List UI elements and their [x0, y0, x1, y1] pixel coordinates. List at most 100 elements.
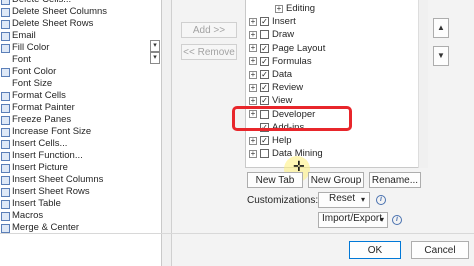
tab-label: Draw [272, 29, 295, 41]
command-item[interactable]: Format Cells [0, 90, 161, 102]
expand-icon[interactable]: + [249, 30, 257, 39]
command-item[interactable]: Macros [0, 210, 161, 222]
tab-item[interactable]: + ✓ Review [246, 81, 418, 94]
command-label: Freeze Panes [12, 114, 72, 125]
tab-item[interactable]: + ✓ Data [246, 68, 418, 81]
tab-label: View [272, 95, 293, 107]
command-label: Insert Sheet Rows [12, 186, 90, 197]
tab-item[interactable]: + Data Mining [246, 147, 418, 160]
command-item[interactable]: Email [0, 30, 161, 42]
expand-icon[interactable]: + [249, 44, 257, 53]
command-label: Insert Picture [12, 162, 68, 173]
command-item[interactable]: Fill Color [0, 42, 161, 54]
expand-icon[interactable]: + [249, 149, 257, 158]
insert-function-icon [1, 151, 10, 161]
rename-button[interactable]: Rename... [369, 172, 421, 188]
command-item[interactable]: Freeze Panes [0, 114, 161, 126]
checkbox-unchecked[interactable] [260, 149, 269, 159]
import-export-label: Import/Export [322, 213, 383, 224]
checkbox-checked[interactable]: ✓ [260, 56, 269, 66]
command-label: Insert Sheet Columns [12, 174, 104, 185]
tab-item[interactable]: + ✓ Help [246, 134, 418, 147]
merge-center-icon [1, 223, 10, 233]
checkbox-checked[interactable]: ✓ [260, 96, 269, 106]
command-item[interactable]: Font [0, 54, 161, 66]
format-cells-icon [1, 91, 10, 101]
expand-icon[interactable]: + [249, 136, 257, 145]
command-item[interactable]: Insert Cells... [0, 138, 161, 150]
tab-item[interactable]: + ✓ Formulas [246, 55, 418, 68]
import-export-dropdown-icon: ▾ [379, 215, 384, 224]
command-item[interactable]: Format Painter [0, 102, 161, 114]
format-painter-icon [1, 103, 10, 113]
checkbox-checked[interactable]: ✓ [260, 17, 269, 27]
tab-item[interactable]: + Draw [246, 28, 418, 41]
add-button[interactable]: Add >> [181, 22, 237, 38]
command-item[interactable]: Delete Sheet Columns [0, 6, 161, 18]
tab-item[interactable]: + Editing [246, 2, 418, 15]
new-tab-button[interactable]: New Tab [247, 172, 303, 188]
expand-icon[interactable]: + [249, 96, 257, 105]
delete-rows-icon [1, 19, 10, 29]
command-item[interactable]: Insert Sheet Rows [0, 186, 161, 198]
command-item[interactable]: Increase Font Size [0, 126, 161, 138]
tab-label: Data [272, 69, 293, 80]
checkbox-checked[interactable]: ✓ [260, 136, 269, 145]
command-label: Increase Font Size [12, 126, 92, 137]
expand-icon[interactable]: + [249, 70, 257, 79]
command-item[interactable]: Insert Picture [0, 162, 161, 174]
command-label: Font Color [12, 66, 57, 77]
move-cursor-icon: ✛ [293, 158, 305, 174]
font-color-icon [1, 67, 10, 77]
command-label: Email [12, 30, 36, 41]
commands-scrollbar[interactable] [162, 0, 172, 266]
command-item[interactable]: Insert Table [0, 198, 161, 210]
command-item[interactable]: Insert Sheet Columns [0, 174, 161, 186]
tab-label: Editing [286, 3, 316, 14]
tab-label: Page Layout [272, 42, 326, 54]
checkbox-checked[interactable]: ✓ [260, 83, 269, 93]
tab-label: Help [272, 135, 292, 146]
expand-icon[interactable]: + [249, 17, 257, 26]
move-down-button[interactable]: ▼ [433, 46, 449, 66]
checkbox-unchecked[interactable] [260, 30, 269, 40]
tab-label: Insert [272, 16, 296, 28]
expand-icon[interactable]: + [249, 83, 257, 92]
command-label: Format Painter [12, 102, 75, 113]
ribbon-tabs-tree[interactable]: + Editing + ✓ Insert + Draw + ✓ Page Layout + ✓ Form… [245, 0, 428, 168]
expand-icon[interactable]: + [249, 57, 257, 66]
command-label: Insert Table [12, 198, 61, 209]
tab-item[interactable]: + ✓ Page Layout [246, 42, 418, 55]
move-up-button[interactable]: ▲ [433, 18, 449, 38]
delete-columns-icon [1, 7, 10, 17]
command-label: Delete Sheet Columns [12, 6, 108, 17]
email-icon [1, 31, 10, 41]
commands-list[interactable]: Delete Cells...Delete Sheet ColumnsDelet… [0, 0, 162, 266]
checkbox-checked[interactable]: ✓ [260, 43, 269, 53]
macros-icon [1, 211, 10, 221]
customizations-label: Customizations: [247, 195, 319, 206]
checkbox-checked[interactable]: ✓ [260, 70, 269, 79]
tab-item[interactable]: + ✓ Insert [246, 15, 418, 28]
command-item[interactable]: Font Color [0, 66, 161, 78]
import-export-button[interactable]: Import/Export ▾ [318, 212, 388, 228]
reset-button[interactable]: Reset ▾ [318, 192, 370, 208]
expand-icon[interactable]: + [275, 4, 283, 13]
remove-button[interactable]: << Remove [181, 44, 237, 60]
insert-columns-icon [1, 175, 10, 185]
command-item[interactable]: Font Size [0, 78, 161, 90]
command-item[interactable]: Insert Function... [0, 150, 161, 162]
cancel-button[interactable]: Cancel [411, 241, 469, 259]
command-label: Font Size [12, 78, 53, 89]
insert-table-icon [1, 199, 10, 209]
tabs-scrollbar[interactable] [418, 0, 428, 168]
command-label: Delete Sheet Rows [12, 18, 94, 29]
command-label: Font [12, 54, 32, 65]
new-group-button[interactable]: New Group [308, 172, 364, 188]
ok-button[interactable]: OK [349, 241, 401, 259]
freeze-panes-icon [1, 115, 10, 125]
font-dropdown-icon: ▾ [150, 40, 160, 52]
tab-label: Review [272, 82, 304, 94]
command-item[interactable]: Delete Sheet Rows [0, 18, 161, 30]
fill-color-icon [1, 43, 10, 53]
